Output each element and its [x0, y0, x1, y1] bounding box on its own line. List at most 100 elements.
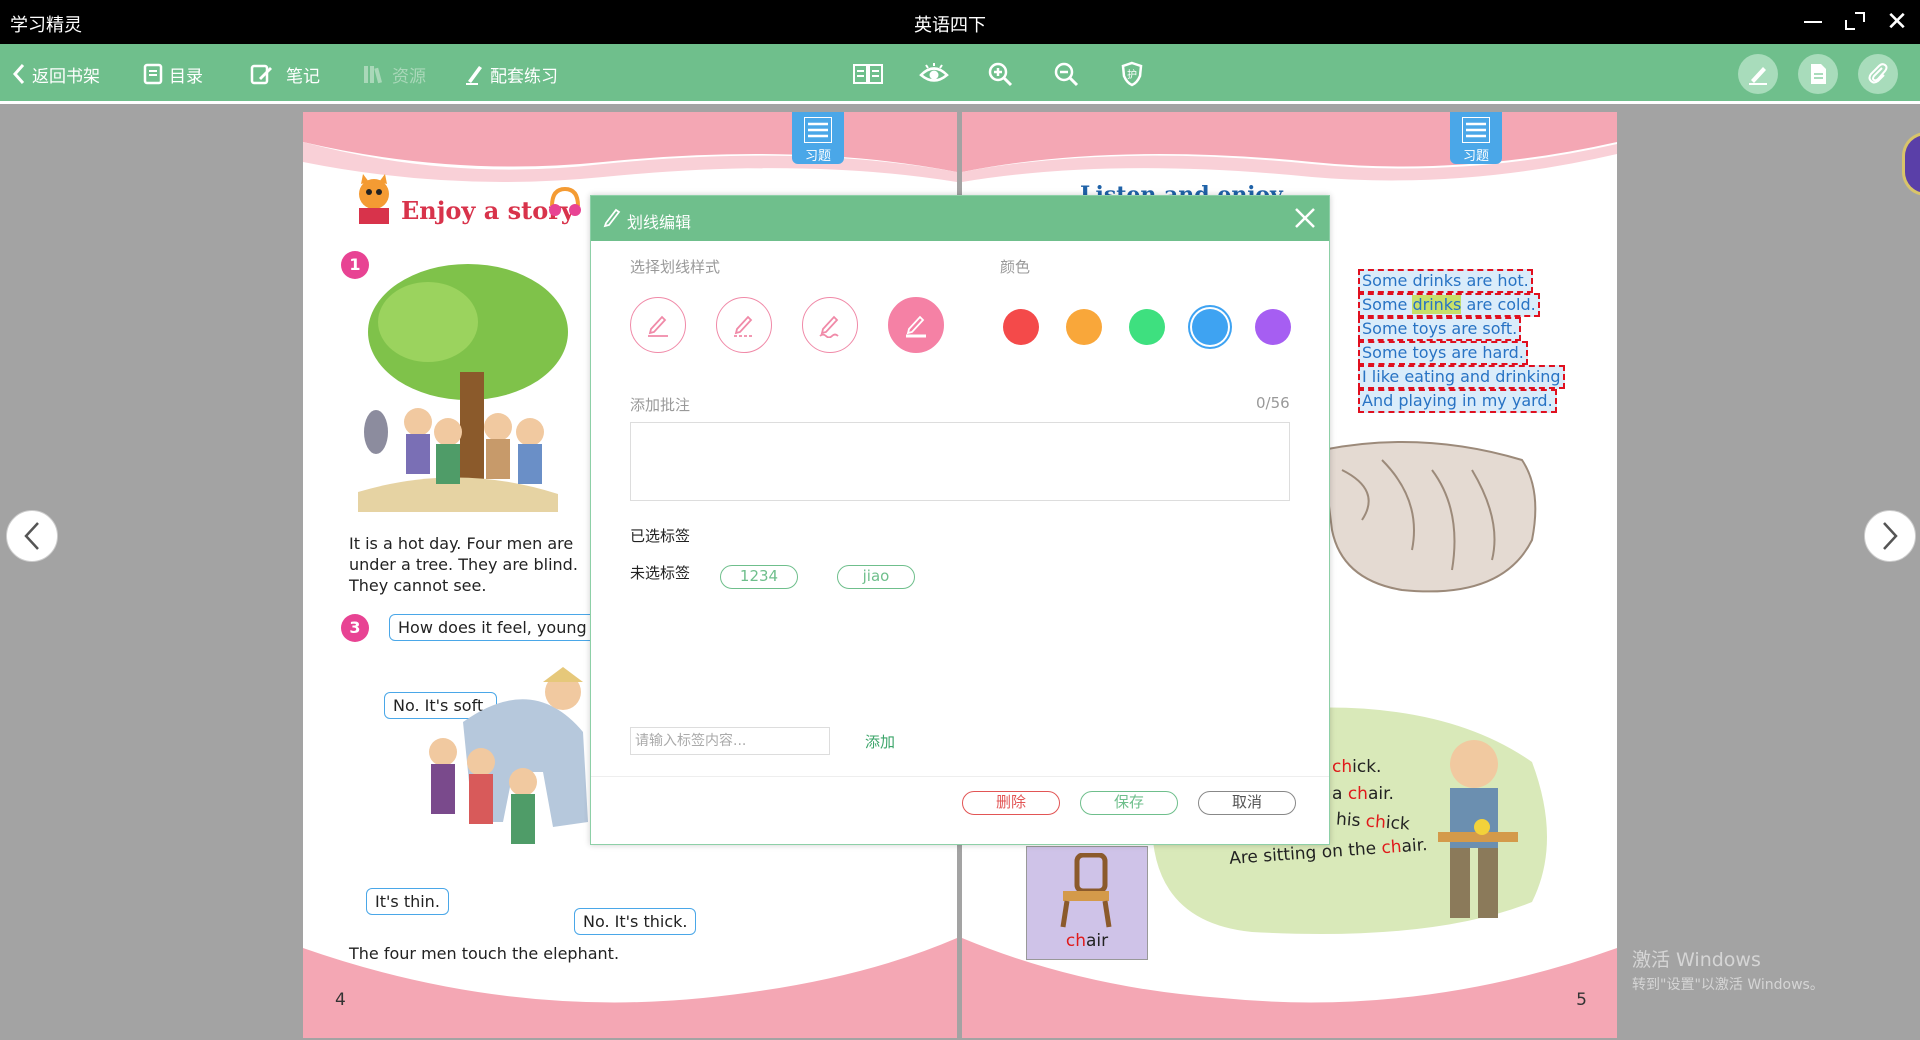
exercise-tab[interactable]: 习题: [1450, 112, 1502, 164]
speech-bubble: How does it feel, young: [389, 614, 596, 641]
watermark-subtitle: 转到"设置"以激活 Windows。: [1632, 977, 1824, 993]
pen-solid-underline-icon: [648, 315, 668, 337]
note-textarea[interactable]: [630, 422, 1290, 501]
rhyme-line-phoneme: ch: [1380, 836, 1403, 859]
unselected-tags-label: 未选标签: [630, 564, 691, 582]
highlighted-line[interactable]: Some drinks are cold.: [1358, 293, 1540, 317]
rhyme-line-phoneme: ch: [1332, 757, 1353, 777]
toc-label: 目录: [169, 66, 203, 87]
line-style-label: 选择划线样式: [630, 258, 721, 276]
tag-chip[interactable]: 1234: [720, 565, 798, 589]
story-text: It is a hot day. Four men are under a tr…: [349, 533, 578, 596]
minimize-icon[interactable]: [1798, 8, 1828, 36]
maximize-icon[interactable]: [1840, 8, 1870, 36]
zoom-out-icon[interactable]: [1050, 58, 1082, 90]
eye-care-icon[interactable]: [918, 58, 950, 90]
paperclip-icon[interactable]: [1858, 54, 1898, 94]
save-button[interactable]: 保存: [1080, 791, 1178, 815]
line-style-wavy-button[interactable]: [802, 297, 858, 353]
watermark-title: 激活 Windows: [1632, 949, 1761, 971]
chevron-right-icon: [1883, 522, 1898, 550]
pen-wavy-underline-icon: [819, 315, 839, 338]
title-bar: 学习精灵 英语四下 ✕: [0, 0, 1920, 44]
chevron-left-icon: [24, 522, 39, 550]
headphones-icon[interactable]: [547, 184, 583, 220]
color-option-blue[interactable]: [1192, 309, 1228, 345]
color-option-red[interactable]: [1003, 309, 1039, 345]
highlighted-line[interactable]: Some toys are hard.: [1358, 341, 1528, 365]
floating-assistant-button[interactable]: [1902, 132, 1920, 196]
highlighted-line[interactable]: And playing in my yard.: [1358, 389, 1557, 413]
elephant-illustration: [429, 667, 588, 844]
color-label: 颜色: [1000, 258, 1031, 276]
cancel-button[interactable]: 取消: [1198, 791, 1296, 815]
selected-tags-label: 已选标签: [630, 527, 691, 545]
yard-illustration: [1322, 441, 1537, 593]
book-icon: [143, 63, 163, 85]
story-line: They cannot see.: [349, 576, 487, 595]
color-option-orange[interactable]: [1066, 309, 1102, 345]
exercise-tab[interactable]: 习题: [792, 112, 844, 164]
highlighted-line[interactable]: I like eating and drinking: [1358, 365, 1565, 389]
page-view-icon[interactable]: [852, 58, 884, 90]
highlighter-icon: [906, 315, 926, 338]
document-title: 英语四下: [914, 15, 986, 36]
rhyme-line-phoneme: ch: [1365, 811, 1387, 833]
speech-bubble: It's thin.: [366, 888, 449, 915]
page-number: 4: [335, 990, 346, 1010]
rhyme-line: chick.: [1332, 757, 1381, 777]
main-toolbar: 返回书架 目录 笔记 资源 配套练习 护: [0, 44, 1920, 104]
svg-text:护: 护: [1127, 68, 1137, 81]
rhyme-line: a chair.: [1332, 784, 1394, 804]
highlighter-tool-icon[interactable]: [1738, 54, 1778, 94]
previous-page-button[interactable]: [6, 510, 58, 562]
back-to-shelf-button[interactable]: 返回书架: [12, 60, 100, 88]
note-edit-icon: [250, 64, 272, 85]
highlighted-line[interactable]: Some toys are soft.: [1358, 317, 1522, 341]
page-number: 5: [1576, 990, 1587, 1010]
tree-illustration: [358, 264, 568, 512]
note-char-count: 0/56: [1256, 394, 1290, 412]
page-footer-decoration: [962, 938, 1617, 1038]
delete-button[interactable]: 删除: [962, 791, 1060, 815]
rhyme-line-text: ick: [1385, 812, 1411, 835]
color-option-green[interactable]: [1129, 309, 1165, 345]
practice-button[interactable]: 配套练习: [464, 60, 558, 88]
rhyme-line-text: ick.: [1352, 757, 1382, 777]
highlighted-line[interactable]: Some drinks are hot.: [1358, 269, 1533, 293]
resources-button[interactable]: 资源: [362, 60, 426, 88]
color-option-purple[interactable]: [1255, 309, 1291, 345]
step-number: 3: [341, 614, 369, 642]
highlighted-word[interactable]: drinks: [1412, 295, 1462, 314]
shield-icon[interactable]: 护: [1116, 58, 1148, 90]
resources-label: 资源: [392, 66, 426, 87]
dialog-header: 划线编辑: [591, 196, 1329, 241]
mascot-cat-icon: [359, 174, 389, 224]
pencil-icon: [603, 208, 621, 228]
story-line: It is a hot day. Four men are: [349, 534, 574, 553]
add-tag-button[interactable]: 添加: [865, 731, 895, 752]
underline-edit-dialog: 划线编辑 选择划线样式 颜色 添加批注 0/56 已选标签 未选标签 1234 …: [590, 195, 1330, 845]
toc-button[interactable]: 目录: [143, 60, 203, 88]
close-icon[interactable]: [1293, 206, 1317, 230]
next-page-button[interactable]: [1864, 510, 1916, 562]
rhyme-line-phoneme: ch: [1347, 784, 1368, 804]
line-style-highlight-button[interactable]: [888, 297, 944, 353]
document-icon[interactable]: [1798, 54, 1838, 94]
close-window-icon[interactable]: ✕: [1882, 8, 1912, 36]
line-style-solid-button[interactable]: [630, 297, 686, 353]
dialog-title: 划线编辑: [627, 213, 692, 232]
rhyme-line-text: air.: [1400, 835, 1429, 857]
practice-label: 配套练习: [490, 66, 558, 87]
rhyme-line-text: a: [1332, 784, 1348, 804]
exercise-list-icon: [1462, 117, 1490, 143]
tag-input[interactable]: 请输入标签内容...: [630, 727, 830, 755]
line-style-dashed-button[interactable]: [716, 297, 772, 353]
exercise-tab-label: 习题: [1462, 149, 1489, 164]
tag-chip[interactable]: jiao: [837, 565, 915, 589]
pencil-icon: [466, 66, 482, 85]
note-label: 添加批注: [630, 396, 691, 414]
dialog-divider: [591, 776, 1329, 777]
notes-button[interactable]: 笔记: [250, 60, 320, 88]
zoom-in-icon[interactable]: [984, 58, 1016, 90]
